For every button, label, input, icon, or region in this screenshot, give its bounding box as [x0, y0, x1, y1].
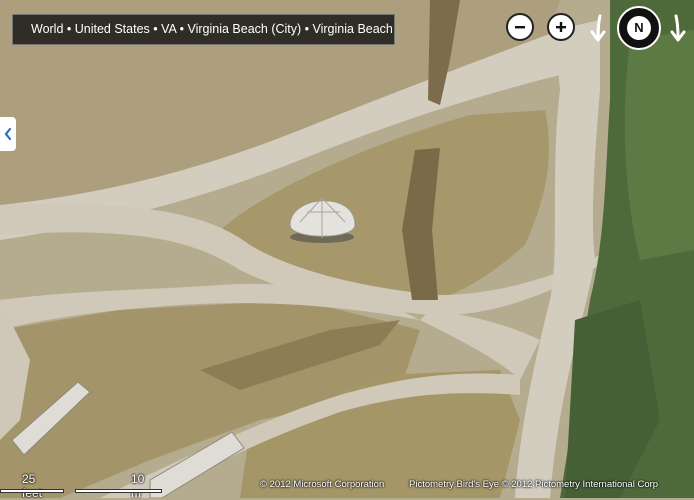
plus-icon [556, 22, 566, 32]
scale-feet-bar [0, 489, 64, 493]
scale-meters-label: 10 m [131, 472, 145, 500]
compass-button[interactable]: N [617, 6, 661, 50]
zoom-in-button[interactable] [547, 13, 575, 41]
microsoft-copyright: © 2012 Microsoft Corporation [260, 479, 385, 490]
minus-icon [515, 26, 525, 29]
location-breadcrumb[interactable]: World • United States • VA • Virginia Be… [12, 14, 395, 45]
rotate-left-arrow-icon [590, 14, 606, 42]
compass-north-label: N [627, 16, 651, 40]
tree-canopy-highlight [624, 30, 694, 260]
zoom-out-button[interactable] [506, 13, 534, 41]
scale-meters-bar [75, 489, 162, 493]
rotate-right-button[interactable] [667, 14, 689, 44]
scale-feet-label: 25 feet [22, 472, 43, 500]
side-panel-toggle[interactable] [0, 117, 16, 151]
aerial-map[interactable] [0, 0, 694, 498]
chevron-left-icon [4, 127, 12, 141]
rotate-left-button[interactable] [587, 14, 609, 44]
pictometry-copyright: Pictometry Bird's Eye © 2012 Pictometry … [409, 479, 659, 490]
rotate-right-arrow-icon [670, 14, 686, 42]
